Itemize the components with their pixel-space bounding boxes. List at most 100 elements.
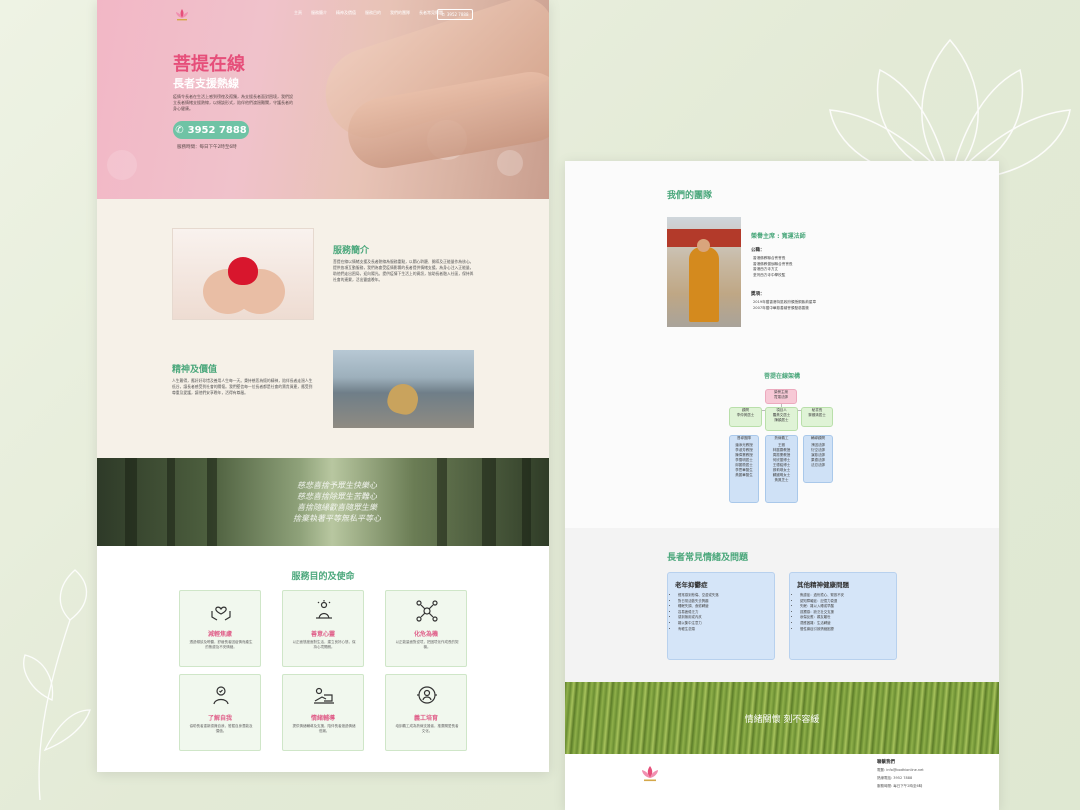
card-title: 情緒輔導	[310, 715, 335, 722]
org-box-heading: 輔導顧問	[811, 436, 825, 440]
meditation-icon	[316, 600, 332, 619]
monk-head	[697, 239, 710, 252]
mission-card[interactable]: 義工培育 培訓義工成為熱線支援者，推廣關愛長者文化。	[385, 674, 467, 751]
list-item: 焦慮症：過份擔心、緊張不安	[800, 593, 844, 599]
list-item: 荃灣西方寺中學校監	[753, 272, 786, 277]
mission-card[interactable]: 化危為機 以正能量面對逆境，把困境化作成長的契機。	[385, 590, 467, 667]
values-body: 人生難得，應好好珍惜及善用人生每一天。秉持慈悲為懷的精神，陪伴長者走過人生低谷，…	[172, 378, 313, 395]
duties-list: 香港佛教聯合會會長 香港佛教僧伽聯合會會長 香港西方寺方丈 荃灣西方寺中學校監	[753, 256, 793, 278]
org-box-members: 潘添光教授 李淑芳教授 陳偉業教授 李雪明居士 邱麗瓊居士 李思華醫生 黃麗華醫…	[735, 443, 753, 477]
mission-title: 服務目的及使命	[291, 572, 355, 582]
org-box-supervisors: 督導團隊 潘添光教授 李淑芳教授 陳偉業教授 李雪明居士 邱麗瓊居士 李思華醫生…	[729, 435, 759, 503]
heart-hands-image	[172, 228, 314, 320]
hotline-number: 3952 7888	[187, 124, 247, 136]
org-box-members: 王雅 林麗雲教授 周振業教授 何欣蘭博士 王德銘博士 鄭莉琪女士 蘇國明女士 黃…	[772, 443, 791, 482]
heart-stone	[384, 380, 422, 418]
issue-card-depression: 老年抑鬱症 經常感到悲傷、空虛或失落 對日常活動失去興趣 睡眠失調、食慾轉變 容…	[667, 572, 775, 660]
awards-heading: 獎項：	[751, 292, 765, 297]
org-box-volunteers: 熱線義工 王雅 林麗雲教授 周振業教授 何欣蘭博士 王德銘博士 鄭莉琪女士 蘇國…	[765, 435, 798, 503]
quote-line: 慈悲喜捨除眾生苦難心	[297, 492, 377, 501]
values-title: 精神及價值	[172, 365, 218, 375]
org-box-heading: 督導團隊	[737, 436, 751, 440]
hero-section: 主頁 服務簡介 精神及價值 服務目的 我們的團隊 長者常見問題 ✆ 3952 7…	[97, 0, 549, 199]
card-title: 減輕焦慮	[207, 631, 232, 638]
org-chart-title: 菩提在線架構	[763, 373, 800, 380]
card-title: 善意心靈	[310, 631, 335, 638]
issue-card-title: 老年抑鬱症	[675, 581, 708, 589]
mission-card[interactable]: 善意心靈 以正面態度面對生活，建立良好心態，保持心境開朗。	[282, 590, 364, 667]
bokeh-light	[497, 150, 523, 176]
issue-list: 經常感到悲傷、空虛或失落 對日常活動失去興趣 睡眠失調、食慾轉變 容易疲倦乏力 …	[678, 593, 719, 632]
org-box-members: 淨因法師 衍空法師 演慈法師 果德法師 法忍法師	[811, 443, 825, 467]
nav-item-mission[interactable]: 服務目的	[365, 10, 381, 16]
org-box-counselors: 輔導顧問 淨因法師 衍空法師 演慈法師 果德法師 法忍法師	[803, 435, 833, 483]
network-icon	[416, 600, 438, 622]
nav-item-home[interactable]: 主頁	[294, 10, 302, 16]
quote-line: 慈悲喜捨予眾生快樂心	[297, 481, 377, 490]
org-box-heading: 熱線義工	[774, 436, 789, 440]
list-item: 2019年獲香港特區政府頒授銅紫荊星章	[753, 300, 817, 304]
card-desc: 以正能量面對逆境，把困境化作成長的契機。	[395, 640, 459, 649]
issue-card-title: 其他精神健康問題	[797, 581, 849, 589]
tree-trunk	[167, 458, 175, 546]
quote-line: 捨棄執著平等無私平等心	[293, 514, 381, 523]
team-title: 我們的團隊	[667, 191, 713, 201]
bokeh-light	[107, 150, 137, 180]
hero-description: 疫情令長者在生活上感到徬徨及孤獨，為支援長者面對困境，我們設立長者情緒支援熱線，…	[173, 94, 293, 111]
card-title: 義工培育	[413, 715, 438, 722]
mission-section: 服務目的及使命 減輕焦慮 透過傾談及聆聽，舒緩長者因疫情而產生的焦慮及不安情緒。…	[97, 546, 549, 772]
hands-heart-icon	[211, 606, 231, 621]
monk-photo	[667, 217, 741, 327]
footer-heading: 聯繫我們	[877, 760, 895, 765]
mission-card[interactable]: 情緒輔導 提供情緒輔導及支援，陪伴長者渡過情緒低潮。	[282, 674, 364, 751]
footer-phone[interactable]: 熱線電話: 3952 7888	[877, 776, 912, 781]
counseling-icon	[314, 687, 334, 704]
issue-list: 焦慮症：過份擔心、緊張不安 認知障礙症：記憶力衰退 失眠：難以入睡或早醒 孤獨感…	[800, 593, 844, 632]
monk-robe	[689, 247, 719, 322]
service-hours: 服務時間：每日下午2時至6時	[177, 145, 237, 150]
nav-item-values[interactable]: 精神及價值	[336, 10, 356, 16]
footer-hours: 服務時間: 每日下午2時至6時	[877, 784, 923, 788]
homepage-mockup-left: 主頁 服務簡介 精神及價值 服務目的 我們的團隊 長者常見問題 ✆ 3952 7…	[97, 0, 549, 772]
forest-quote: 慈悲喜捨予眾生快樂心 慈悲喜捨除眾生苦難心 喜捨隨緣歡喜隨眾生樂 捨棄執著平等無…	[247, 480, 427, 524]
hotline-button[interactable]: ✆ 3952 7888	[173, 121, 249, 139]
hero-title: 菩提在線	[173, 54, 245, 75]
service-intro-title: 服務簡介	[333, 246, 370, 256]
nav-item-team[interactable]: 我們的團隊	[390, 10, 410, 16]
list-item: 2007年獲中華慈善總會頒發慈善獎	[753, 305, 809, 310]
nav-menu: 主頁 服務簡介 精神及價值 服務目的 我們的團隊 長者常見問題	[294, 10, 443, 16]
mission-card[interactable]: 減輕焦慮 透過傾談及聆聽，舒緩長者因疫情而產生的焦慮及不安情緒。	[179, 590, 261, 667]
org-box-advisor: 顧問 李仲黃居士	[729, 407, 762, 427]
lotus-decoration-icon	[23, 569, 91, 801]
list-item: 有輕生念頭	[678, 627, 719, 633]
mission-card[interactable]: 了解自我 協助長者重新認識自我，發掘自身潛能及價值。	[179, 674, 261, 751]
phone-icon: ✆	[441, 12, 445, 17]
awards-list: 2019年獲香港特區政府頒授銅紫荊星章 2007年獲中華慈善總會頒發慈善獎	[753, 300, 816, 311]
duties-heading: 公職：	[751, 248, 765, 253]
nav-phone-number: 3952 7888	[446, 12, 469, 17]
lotus-logo-icon[interactable]	[640, 764, 660, 782]
chairman-name: 榮譽主席 : 寬運法師	[751, 233, 806, 240]
hero-subtitle: 長者支援熱線	[173, 77, 239, 90]
nav-phone-button[interactable]: ✆ 3952 7888	[437, 9, 473, 20]
issue-card-mental-health: 其他精神健康問題 焦慮症：過份擔心、緊張不安 認知障礙症：記憶力衰退 失眠：難以…	[789, 572, 897, 660]
phone-icon: ✆	[175, 124, 184, 136]
card-desc: 提供情緒輔導及支援，陪伴長者渡過情緒低潮。	[292, 724, 356, 733]
footer: 聯繫我們 電郵: info@bodhionline.net 熱線電話: 3952…	[565, 754, 999, 810]
footer-email[interactable]: 電郵: info@bodhionline.net	[877, 768, 924, 773]
tree-trunk	[522, 458, 531, 546]
org-box-chairman: 榮譽主席 寬運法師	[765, 389, 797, 404]
quote-line: 喜捨隨緣歡喜隨眾生樂	[297, 503, 377, 512]
grass-banner: 情緒關懷 刻不容緩	[565, 682, 999, 754]
homepage-mockup-right: 我們的團隊 榮譽主席 : 寬運法師 公職： 香港佛教聯合會會長 香港佛教僧伽聯合…	[565, 161, 999, 810]
issues-section: 長者常見情緒及問題 老年抑鬱症 經常感到悲傷、空虛或失落 對日常活動失去興趣 睡…	[565, 528, 999, 682]
service-intro-body: 菩提在線以情緒支援及長者熱線為服務重點，以關心聆聽、開導及正能量作為核心。提供各…	[333, 259, 474, 282]
lotus-logo-icon[interactable]	[174, 7, 190, 21]
tree-trunk	[125, 458, 137, 546]
tree-trunk	[437, 458, 447, 546]
list-item: 慢性痛症引致情緒困擾	[800, 627, 844, 633]
card-desc: 協助長者重新認識自我，發掘自身潛能及價值。	[189, 724, 253, 733]
issues-title: 長者常見情緒及問題	[667, 553, 749, 563]
tree-trunk	[482, 458, 496, 546]
nav-item-service[interactable]: 服務簡介	[311, 10, 327, 16]
